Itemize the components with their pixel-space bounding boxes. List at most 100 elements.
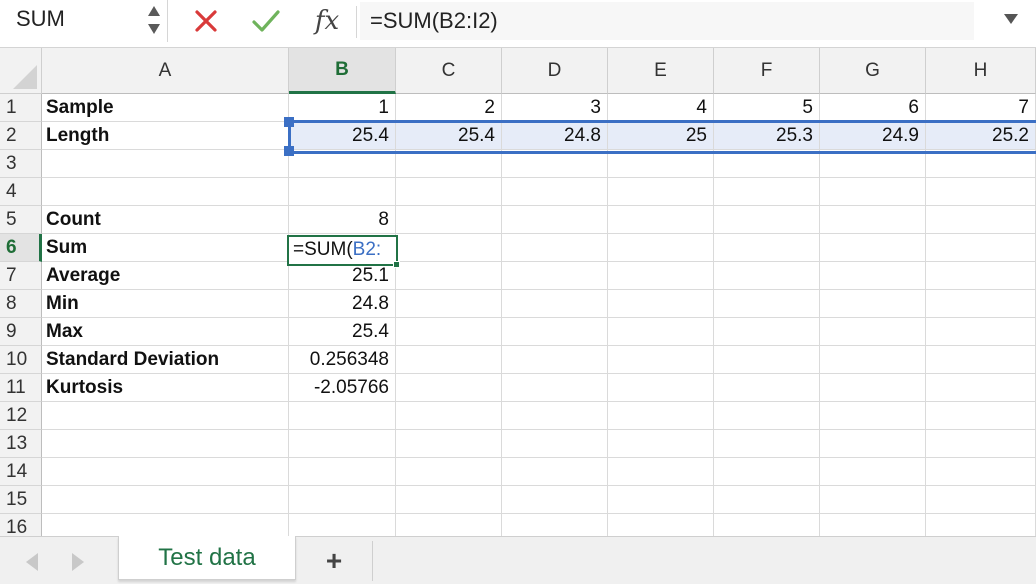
grid-cell-f15[interactable]: [714, 486, 820, 514]
cell-d1[interactable]: 3: [502, 94, 608, 122]
grid-cell-d4[interactable]: [502, 178, 608, 206]
grid-cell-d11[interactable]: [502, 374, 608, 402]
cell-b7[interactable]: 25.1: [289, 262, 396, 290]
cell-h1[interactable]: 7: [926, 94, 1036, 122]
grid-cell-c16[interactable]: [396, 514, 502, 536]
grid-cell-a16[interactable]: [42, 514, 289, 536]
grid-cell-e15[interactable]: [608, 486, 714, 514]
column-header-g[interactable]: G: [820, 48, 926, 94]
grid-cell-e10[interactable]: [608, 346, 714, 374]
grid-cell-h10[interactable]: [926, 346, 1036, 374]
grid-cell-h5[interactable]: [926, 206, 1036, 234]
cell-a5[interactable]: Count: [42, 206, 289, 234]
grid-cell-g16[interactable]: [820, 514, 926, 536]
grid-cell-d13[interactable]: [502, 430, 608, 458]
grid-cell-h15[interactable]: [926, 486, 1036, 514]
grid-cell-f13[interactable]: [714, 430, 820, 458]
grid-cell-h16[interactable]: [926, 514, 1036, 536]
grid-cell-d15[interactable]: [502, 486, 608, 514]
cell-a1[interactable]: Sample: [42, 94, 289, 122]
plus-icon[interactable]: +: [316, 543, 352, 579]
spinner-arrows-icon[interactable]: [146, 2, 164, 40]
grid-cell-f8[interactable]: [714, 290, 820, 318]
grid-cell-c13[interactable]: [396, 430, 502, 458]
cell-e2[interactable]: 25: [608, 122, 714, 150]
row-header-14[interactable]: 14: [0, 458, 42, 486]
grid-cell-d8[interactable]: [502, 290, 608, 318]
grid-cell-h6[interactable]: [926, 234, 1036, 262]
grid-cell-c7[interactable]: [396, 262, 502, 290]
formula-input[interactable]: [360, 2, 974, 40]
grid-cell-h9[interactable]: [926, 318, 1036, 346]
grid-cell-e11[interactable]: [608, 374, 714, 402]
cell-a11[interactable]: Kurtosis: [42, 374, 289, 402]
cell-d2[interactable]: 24.8: [502, 122, 608, 150]
column-header-d[interactable]: D: [502, 48, 608, 94]
grid-cell-c8[interactable]: [396, 290, 502, 318]
cell-a6[interactable]: Sum: [42, 234, 289, 262]
fill-handle[interactable]: [393, 261, 400, 268]
grid-cell-c14[interactable]: [396, 458, 502, 486]
grid-cell-d9[interactable]: [502, 318, 608, 346]
grid-cell-f4[interactable]: [714, 178, 820, 206]
grid-cell-e3[interactable]: [608, 150, 714, 178]
cell-b8[interactable]: 24.8: [289, 290, 396, 318]
grid-cell-b14[interactable]: [289, 458, 396, 486]
row-header-13[interactable]: 13: [0, 430, 42, 458]
grid-cell-f6[interactable]: [714, 234, 820, 262]
grid-cell-f7[interactable]: [714, 262, 820, 290]
cell-b2[interactable]: 25.4: [289, 122, 396, 150]
triangle-right-icon[interactable]: [72, 553, 84, 571]
grid-cell-f9[interactable]: [714, 318, 820, 346]
grid-cell-f10[interactable]: [714, 346, 820, 374]
row-header-9[interactable]: 9: [0, 318, 42, 346]
cell-h2[interactable]: 25.2: [926, 122, 1036, 150]
grid-cell-a14[interactable]: [42, 458, 289, 486]
grid-cell-e9[interactable]: [608, 318, 714, 346]
grid-cell-f12[interactable]: [714, 402, 820, 430]
cell-c2[interactable]: 25.4: [396, 122, 502, 150]
sheet-tab-test-data[interactable]: Test data: [118, 536, 296, 580]
grid-cell-d6[interactable]: [502, 234, 608, 262]
column-header-e[interactable]: E: [608, 48, 714, 94]
grid-cell-e5[interactable]: [608, 206, 714, 234]
grid-cell-g13[interactable]: [820, 430, 926, 458]
cell-a9[interactable]: Max: [42, 318, 289, 346]
grid-cell-b3[interactable]: [289, 150, 396, 178]
grid-cell-c5[interactable]: [396, 206, 502, 234]
grid-cell-d16[interactable]: [502, 514, 608, 536]
row-header-1[interactable]: 1: [0, 94, 42, 122]
grid-cell-a3[interactable]: [42, 150, 289, 178]
grid-cell-a15[interactable]: [42, 486, 289, 514]
cell-b10[interactable]: 0.256348: [289, 346, 396, 374]
grid-cell-h8[interactable]: [926, 290, 1036, 318]
grid-cell-f14[interactable]: [714, 458, 820, 486]
cell-b9[interactable]: 25.4: [289, 318, 396, 346]
grid-cell-g5[interactable]: [820, 206, 926, 234]
grid-cell-d7[interactable]: [502, 262, 608, 290]
column-header-b[interactable]: B: [289, 48, 396, 94]
grid-cell-e4[interactable]: [608, 178, 714, 206]
grid-cell-e12[interactable]: [608, 402, 714, 430]
cell-a10[interactable]: Standard Deviation: [42, 346, 289, 374]
grid-cell-h13[interactable]: [926, 430, 1036, 458]
cancel-button[interactable]: [188, 2, 224, 40]
cell-f1[interactable]: 5: [714, 94, 820, 122]
name-box[interactable]: SUM: [0, 0, 168, 42]
column-header-a[interactable]: A: [42, 48, 289, 94]
cell-f2[interactable]: 25.3: [714, 122, 820, 150]
grid-cell-c3[interactable]: [396, 150, 502, 178]
row-header-10[interactable]: 10: [0, 346, 42, 374]
grid-cell-a12[interactable]: [42, 402, 289, 430]
grid-cell-f5[interactable]: [714, 206, 820, 234]
grid-cell-c15[interactable]: [396, 486, 502, 514]
grid-cell-g7[interactable]: [820, 262, 926, 290]
grid-cell-c12[interactable]: [396, 402, 502, 430]
grid-cell-c10[interactable]: [396, 346, 502, 374]
grid-cell-d14[interactable]: [502, 458, 608, 486]
row-header-11[interactable]: 11: [0, 374, 42, 402]
insert-function-button[interactable]: fx: [304, 2, 350, 40]
row-header-16[interactable]: 16: [0, 514, 42, 536]
enter-button[interactable]: [246, 2, 286, 40]
grid-cell-d10[interactable]: [502, 346, 608, 374]
